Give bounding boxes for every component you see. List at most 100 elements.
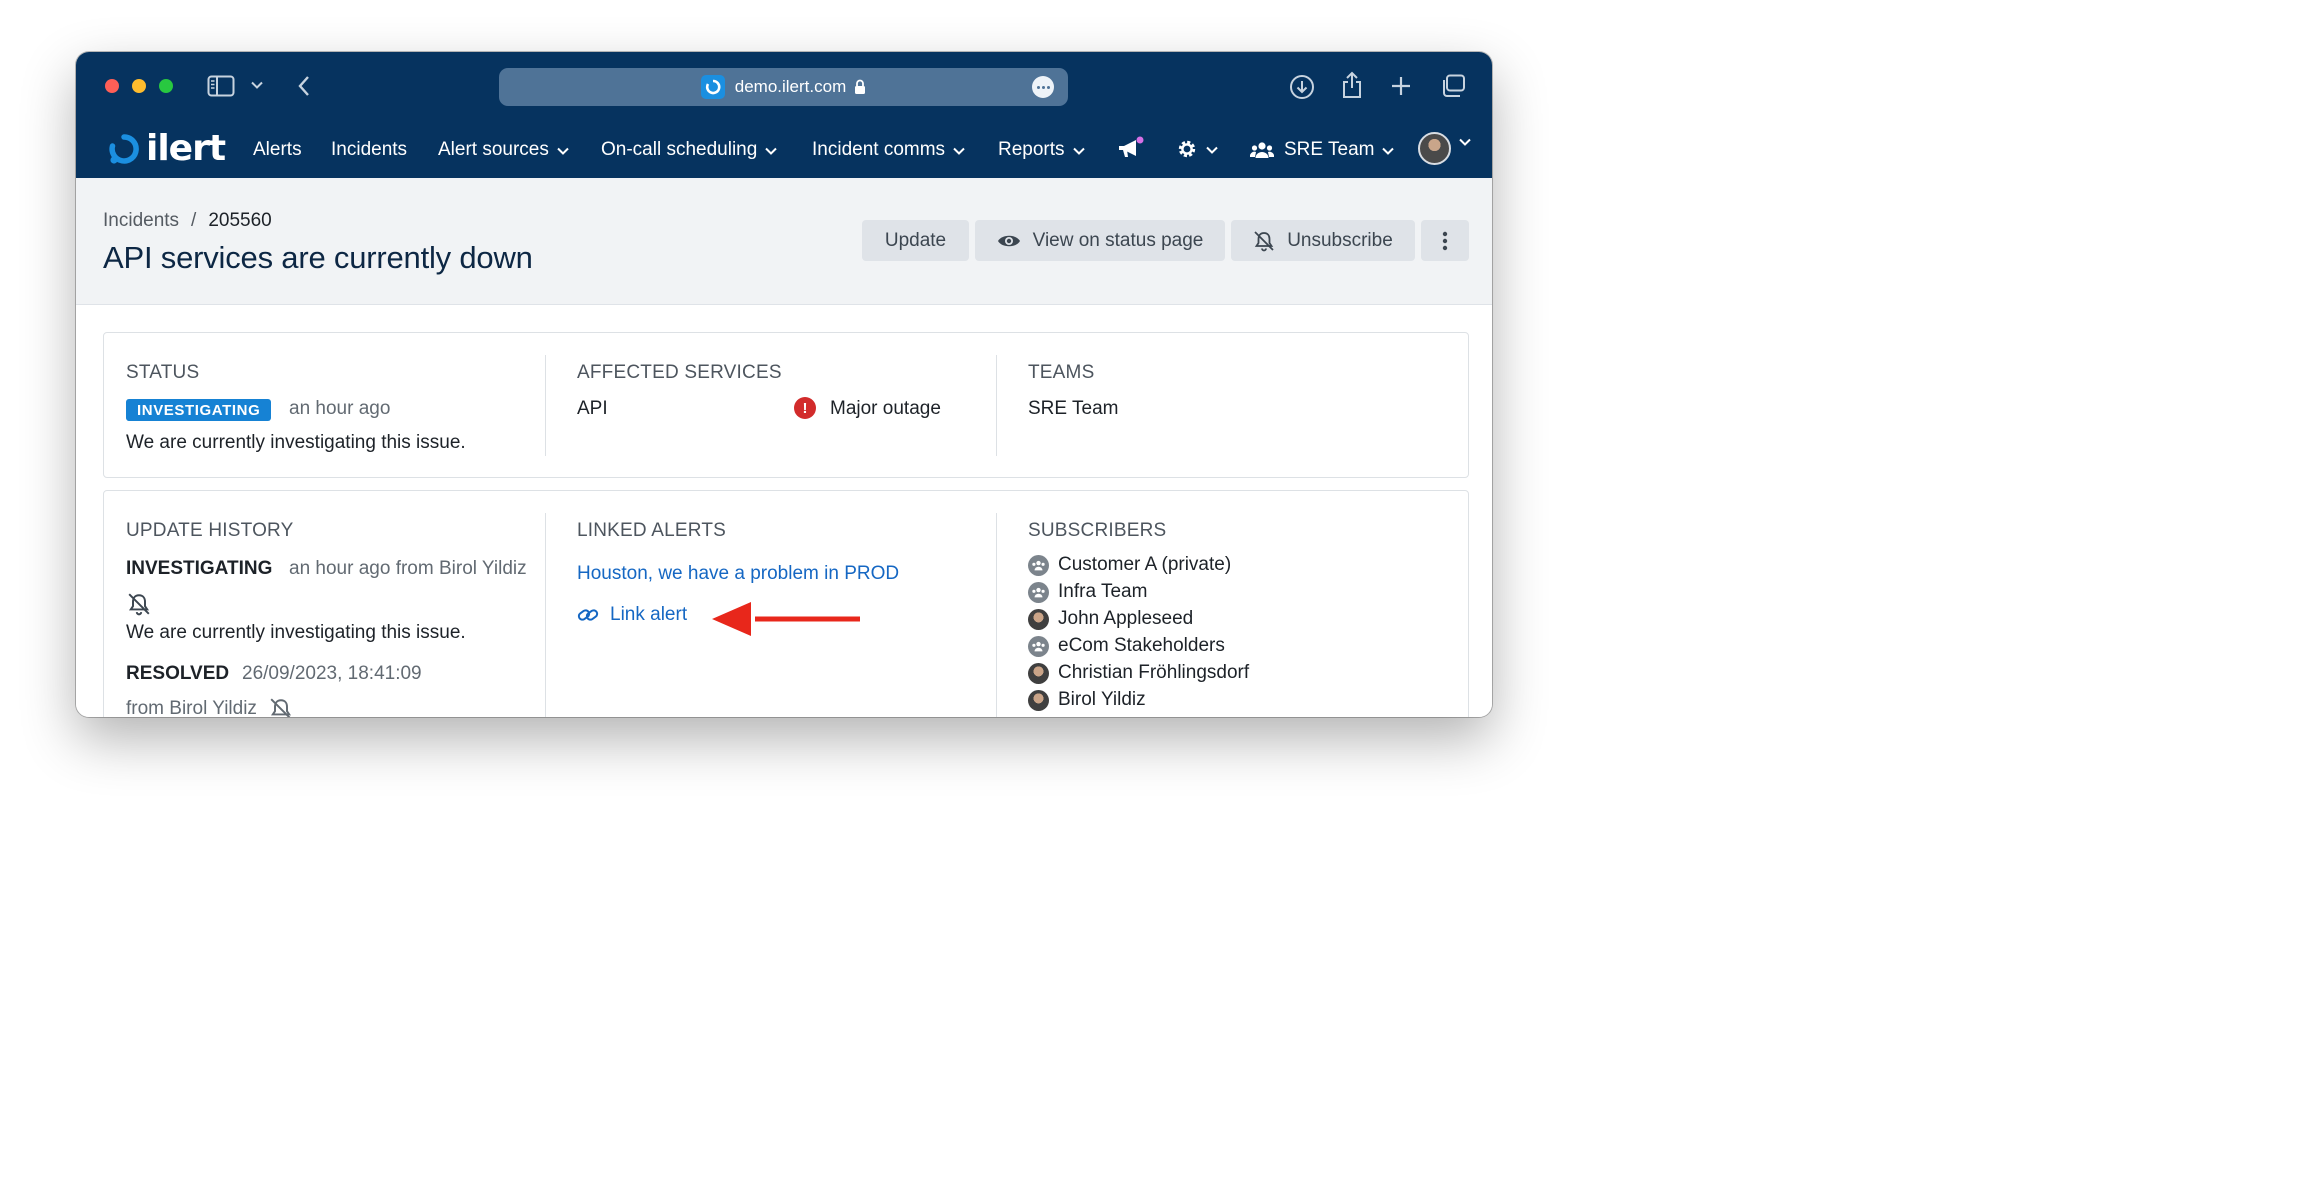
zoom-window-button[interactable] — [159, 79, 173, 93]
team-switcher[interactable]: SRE Team — [1250, 139, 1395, 161]
status-column: STATUS INVESTIGATING an hour ago We are … — [104, 333, 545, 477]
share-icon[interactable] — [1341, 71, 1363, 99]
more-actions-kebab-icon[interactable] — [1421, 220, 1469, 261]
nav-reports[interactable]: Reports — [998, 139, 1085, 161]
new-tab-icon[interactable] — [1391, 76, 1411, 96]
status-title: STATUS — [126, 362, 200, 383]
eye-icon — [997, 235, 1020, 246]
breadcrumb-separator: / — [191, 210, 197, 231]
users-group-icon — [1028, 554, 1049, 576]
breadcrumb: Incidents / 205560 — [103, 210, 272, 232]
link-chain-icon — [577, 606, 599, 624]
chevron-down-icon — [557, 139, 569, 161]
app-navbar: ilert Alerts Incidents Alert sources On-… — [76, 122, 1492, 178]
annotation-arrow-icon — [712, 602, 860, 636]
history-entry-status: INVESTIGATING — [126, 558, 273, 579]
nav-incident-comms[interactable]: Incident comms — [812, 139, 965, 161]
unsubscribe-label: Unsubscribe — [1287, 229, 1393, 251]
chevron-down-icon — [1382, 139, 1395, 161]
affected-services-title: AFFECTED SERVICES — [577, 362, 782, 383]
back-arrow-icon[interactable] — [297, 75, 311, 97]
history-entry-author: from Birol Yildiz — [126, 698, 257, 717]
subscriber-item: Birol Yildiz — [1028, 689, 1146, 711]
chevron-down-icon[interactable] — [251, 81, 263, 89]
breadcrumb-incidents-link[interactable]: Incidents — [103, 210, 179, 232]
nav-reports-label: Reports — [998, 139, 1065, 160]
nav-incident-comms-label: Incident comms — [812, 139, 946, 160]
update-button[interactable]: Update — [862, 220, 969, 261]
history-entry-status: RESOLVED — [126, 663, 230, 684]
user-avatar — [1028, 608, 1049, 630]
incident-content: STATUS INVESTIGATING an hour ago We are … — [76, 305, 1492, 717]
more-options-icon[interactable] — [1032, 76, 1054, 98]
subscriber-name: eCom Stakeholders — [1058, 635, 1225, 656]
history-entry-message: We are currently investigating this issu… — [126, 622, 466, 643]
user-avatar — [1028, 662, 1049, 684]
link-alert-label: Link alert — [610, 604, 688, 625]
subscriber-item: eCom Stakeholders — [1028, 635, 1225, 657]
subscriber-item: John Appleseed — [1028, 608, 1193, 630]
affected-service-name: API — [577, 398, 608, 419]
user-avatar — [1028, 689, 1049, 711]
subscriber-name: Infra Team — [1058, 581, 1148, 602]
close-window-button[interactable] — [105, 79, 119, 93]
logo-text: ilert — [146, 128, 226, 169]
subscriber-name: Birol Yildiz — [1058, 689, 1146, 710]
exclamation-circle-icon: ! — [794, 397, 816, 419]
update-history-column: UPDATE HISTORY INVESTIGATING an hour ago… — [104, 491, 545, 717]
tab-overview-icon[interactable] — [1440, 74, 1466, 98]
linked-alert-link[interactable]: Houston, we have a problem in PROD — [577, 563, 899, 585]
nav-on-call-label: On-call scheduling — [601, 139, 758, 160]
sidebar-icon[interactable] — [207, 75, 235, 97]
users-group-icon — [1028, 581, 1049, 603]
subscribers-title: SUBSCRIBERS — [1028, 520, 1167, 541]
settings-gear-icon[interactable] — [1176, 138, 1218, 160]
nav-alerts[interactable]: Alerts — [253, 139, 302, 161]
update-button-label: Update — [884, 229, 947, 251]
subscriber-item: Christian Fröhlingsdorf — [1028, 662, 1249, 684]
link-alert-button[interactable]: Link alert — [577, 604, 687, 626]
bell-slash-icon — [269, 697, 293, 717]
address-bar[interactable]: demo.ilert.com — [499, 68, 1068, 106]
chevron-down-icon — [765, 139, 778, 161]
ilert-logo-icon — [109, 134, 139, 164]
page-title: API services are currently down — [103, 240, 533, 275]
browser-window: demo.ilert.com ilert Alerts Incidents Al… — [76, 52, 1492, 717]
nav-incidents-label: Incidents — [331, 139, 408, 160]
nav-alert-sources[interactable]: Alert sources — [438, 139, 569, 161]
lock-icon — [854, 79, 866, 95]
nav-alerts-label: Alerts — [253, 139, 302, 160]
user-menu-chevron-down-icon[interactable] — [1459, 138, 1471, 146]
view-on-status-page-label: View on status page — [1032, 229, 1204, 251]
status-badge: INVESTIGATING — [126, 399, 272, 421]
nav-alert-sources-label: Alert sources — [438, 139, 549, 160]
subscribers-column: SUBSCRIBERS Customer A (private) Infra T… — [997, 491, 1467, 717]
minimize-window-button[interactable] — [132, 79, 146, 93]
user-avatar[interactable] — [1418, 132, 1451, 165]
subscriber-name: Customer A (private) — [1058, 554, 1232, 575]
download-icon[interactable] — [1289, 74, 1315, 100]
status-time: an hour ago — [289, 398, 391, 419]
view-on-status-page-button[interactable]: View on status page — [975, 220, 1225, 261]
linked-alerts-title: LINKED ALERTS — [577, 520, 727, 541]
ilert-logo[interactable]: ilert — [106, 128, 226, 169]
affected-services-column: AFFECTED SERVICES API ! Major outage — [546, 333, 996, 477]
nav-incidents[interactable]: Incidents — [331, 139, 407, 161]
breadcrumb-current: 205560 — [208, 210, 272, 231]
unsubscribe-button[interactable]: Unsubscribe — [1231, 220, 1415, 261]
status-message: We are currently investigating this issu… — [126, 432, 466, 453]
team-switcher-label: SRE Team — [1284, 139, 1375, 160]
nav-on-call-scheduling[interactable]: On-call scheduling — [601, 139, 778, 161]
teams-title: TEAMS — [1028, 362, 1095, 383]
chevron-down-icon — [1206, 138, 1218, 160]
announcements-megaphone-icon[interactable] — [1116, 136, 1144, 162]
users-group-icon — [1250, 141, 1274, 159]
bell-slash-icon — [127, 592, 151, 621]
subscriber-item: Infra Team — [1028, 581, 1147, 603]
browser-titlebar: demo.ilert.com — [76, 52, 1492, 122]
update-history-title: UPDATE HISTORY — [126, 520, 294, 541]
chevron-down-icon — [1072, 139, 1085, 161]
site-favicon-icon — [700, 75, 725, 99]
subscriber-name: Christian Fröhlingsdorf — [1058, 662, 1250, 683]
teams-column: TEAMS SRE Team — [997, 333, 1467, 477]
